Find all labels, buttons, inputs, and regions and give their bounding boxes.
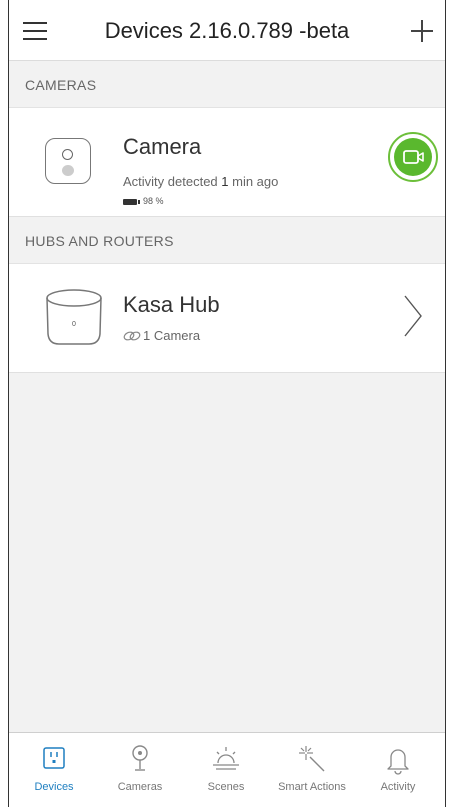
app-frame: Devices 2.16.0.789 -beta CAMERAS Camera … [8, 0, 446, 807]
section-header-cameras: CAMERAS [9, 61, 445, 108]
device-name: Camera [123, 134, 202, 159]
battery-level: 98 % [143, 196, 164, 206]
camera-icon [132, 745, 148, 771]
hub-label: 0 [72, 321, 76, 328]
section-header-hubs: HUBS AND ROUTERS [9, 217, 445, 264]
device-row-camera[interactable]: Camera Activity detected 1 min ago 98 % [9, 108, 445, 217]
device-name: Kasa Hub [123, 292, 220, 317]
add-device-icon[interactable] [411, 20, 433, 42]
link-icon [123, 331, 141, 341]
top-bar: Devices 2.16.0.789 -beta [9, 0, 445, 61]
tab-cameras[interactable]: Cameras [97, 733, 183, 807]
tab-devices[interactable]: Devices [11, 733, 97, 807]
section-title: HUBS AND ROUTERS [25, 233, 174, 249]
hub-device-icon: 0 [46, 289, 102, 345]
linked-devices: 1 Camera [143, 328, 201, 343]
tab-label: Smart Actions [278, 781, 346, 793]
tab-activity[interactable]: Activity [355, 733, 441, 807]
tab-scenes[interactable]: Scenes [183, 733, 269, 807]
devices-icon [43, 747, 65, 769]
chevron-right-icon[interactable] [403, 294, 423, 338]
bell-icon [387, 749, 409, 775]
battery-icon [123, 199, 140, 205]
live-view-button[interactable] [388, 132, 438, 182]
sunrise-icon [213, 747, 239, 770]
section-title: CAMERAS [25, 77, 97, 93]
camera-device-icon [45, 138, 91, 184]
device-row-kasa-hub[interactable]: 0 Kasa Hub 1 Camera [9, 264, 445, 373]
video-camera-icon [403, 150, 424, 164]
tab-label: Scenes [207, 781, 245, 793]
tab-label: Activity [380, 781, 416, 793]
tab-label: Cameras [117, 781, 163, 793]
bottom-tab-bar: Devices Cameras Scenes Smart Actions Act… [9, 732, 445, 807]
tab-smart-actions[interactable]: Smart Actions [269, 733, 355, 807]
tab-label: Devices [34, 781, 74, 793]
page-title: Devices 2.16.0.789 -beta [104, 18, 350, 43]
magic-wand-icon [299, 746, 325, 772]
activity-status: Activity detected 1 min ago [123, 174, 279, 189]
